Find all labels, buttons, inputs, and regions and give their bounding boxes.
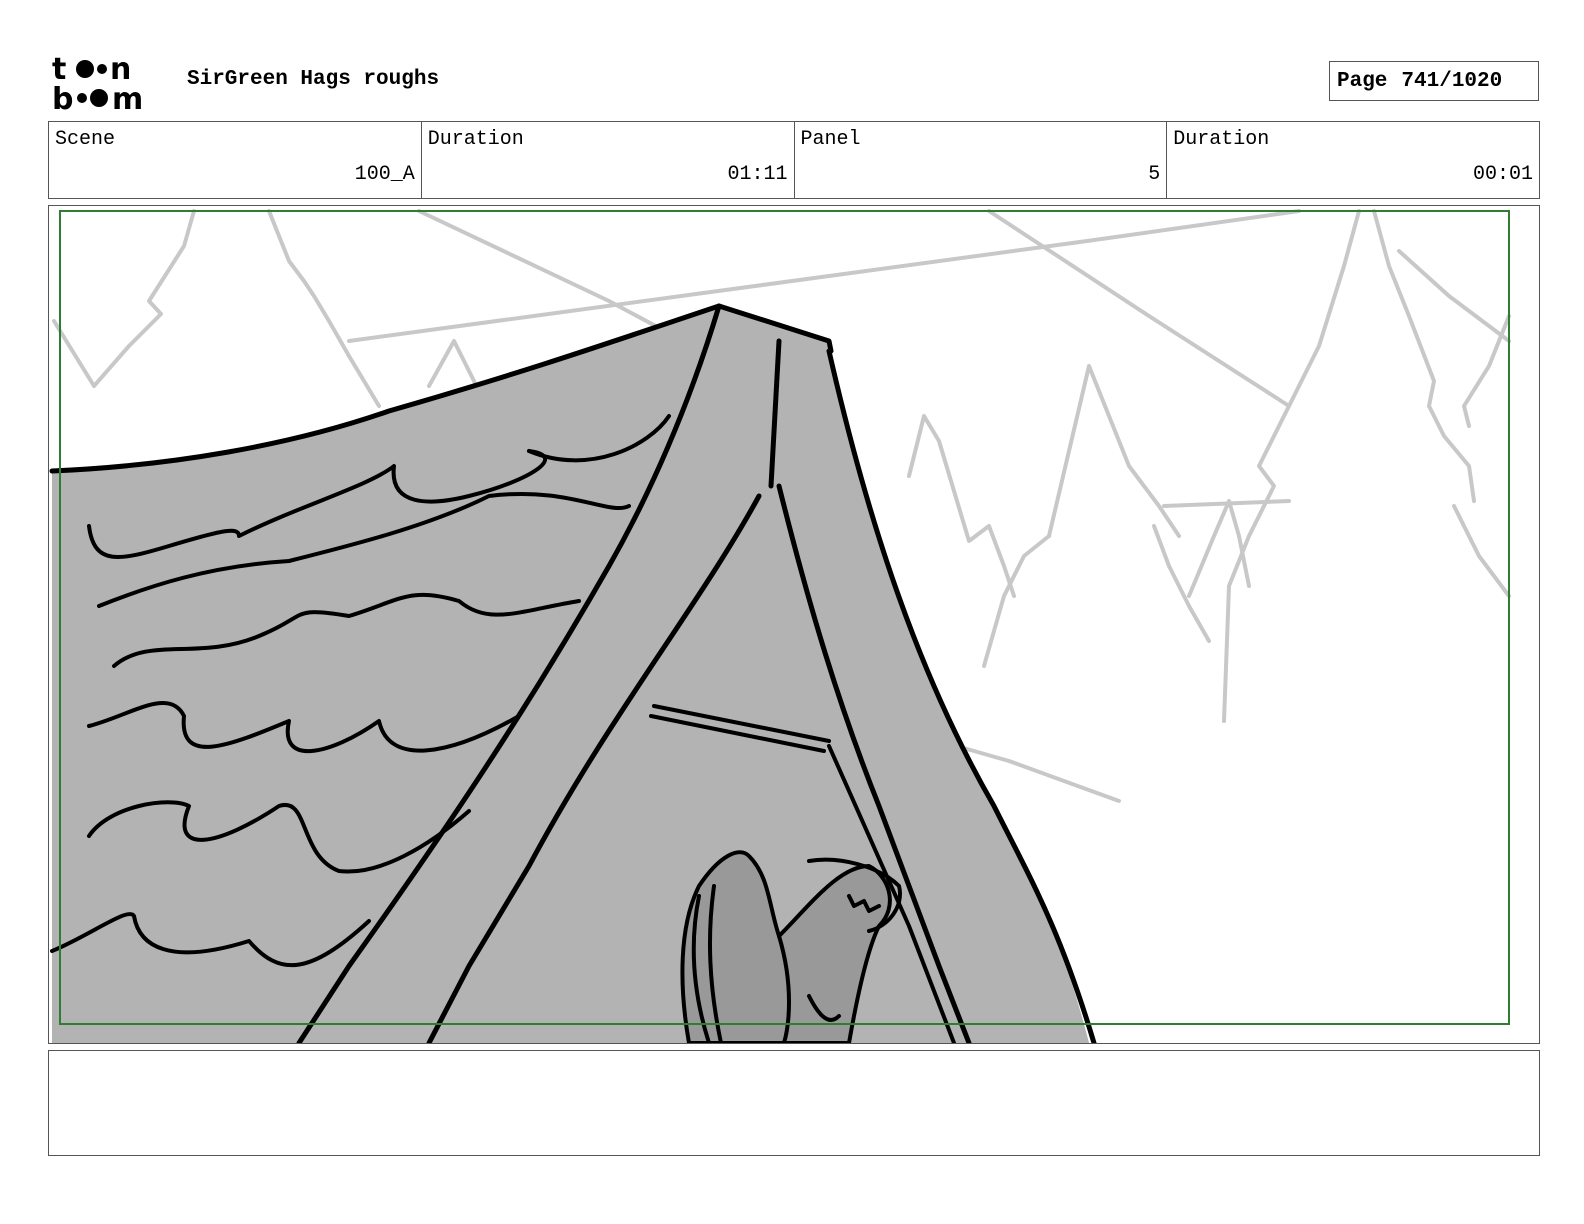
page-indicator: Page 741/1020 [1329,61,1539,101]
panel-notes-box [48,1050,1540,1156]
scene-duration-value: 01:11 [727,163,788,186]
svg-text:m: m [112,82,143,112]
tent-drawing [49,303,1097,1043]
panel-label: Panel [800,128,861,151]
page-label: Page [1337,69,1388,93]
scene-label: Scene [55,128,116,151]
scene-value: 100_A [354,163,415,186]
document-title: SirGreen Hags roughs [187,68,440,91]
panel-duration-value: 00:01 [1472,163,1533,186]
scene-duration-cell: Duration 01:11 [422,122,795,198]
scene-cell: Scene 100_A [49,122,422,198]
storyboard-panel [48,205,1540,1044]
toon-boom-logo: t n b m [52,52,164,117]
panel-value: 5 [1148,163,1161,186]
scene-info-row: Scene 100_A Duration 01:11 Panel 5 Durat… [48,121,1540,199]
panel-duration-cell: Duration 00:01 [1167,122,1539,198]
panel-cell: Panel 5 [795,122,1168,198]
svg-text:b: b [52,82,73,112]
panel-duration-label: Duration [1173,128,1270,151]
scene-duration-label: Duration [427,128,524,151]
page-number: 741/1020 [1401,69,1503,93]
panel-sketch [49,209,1511,1043]
